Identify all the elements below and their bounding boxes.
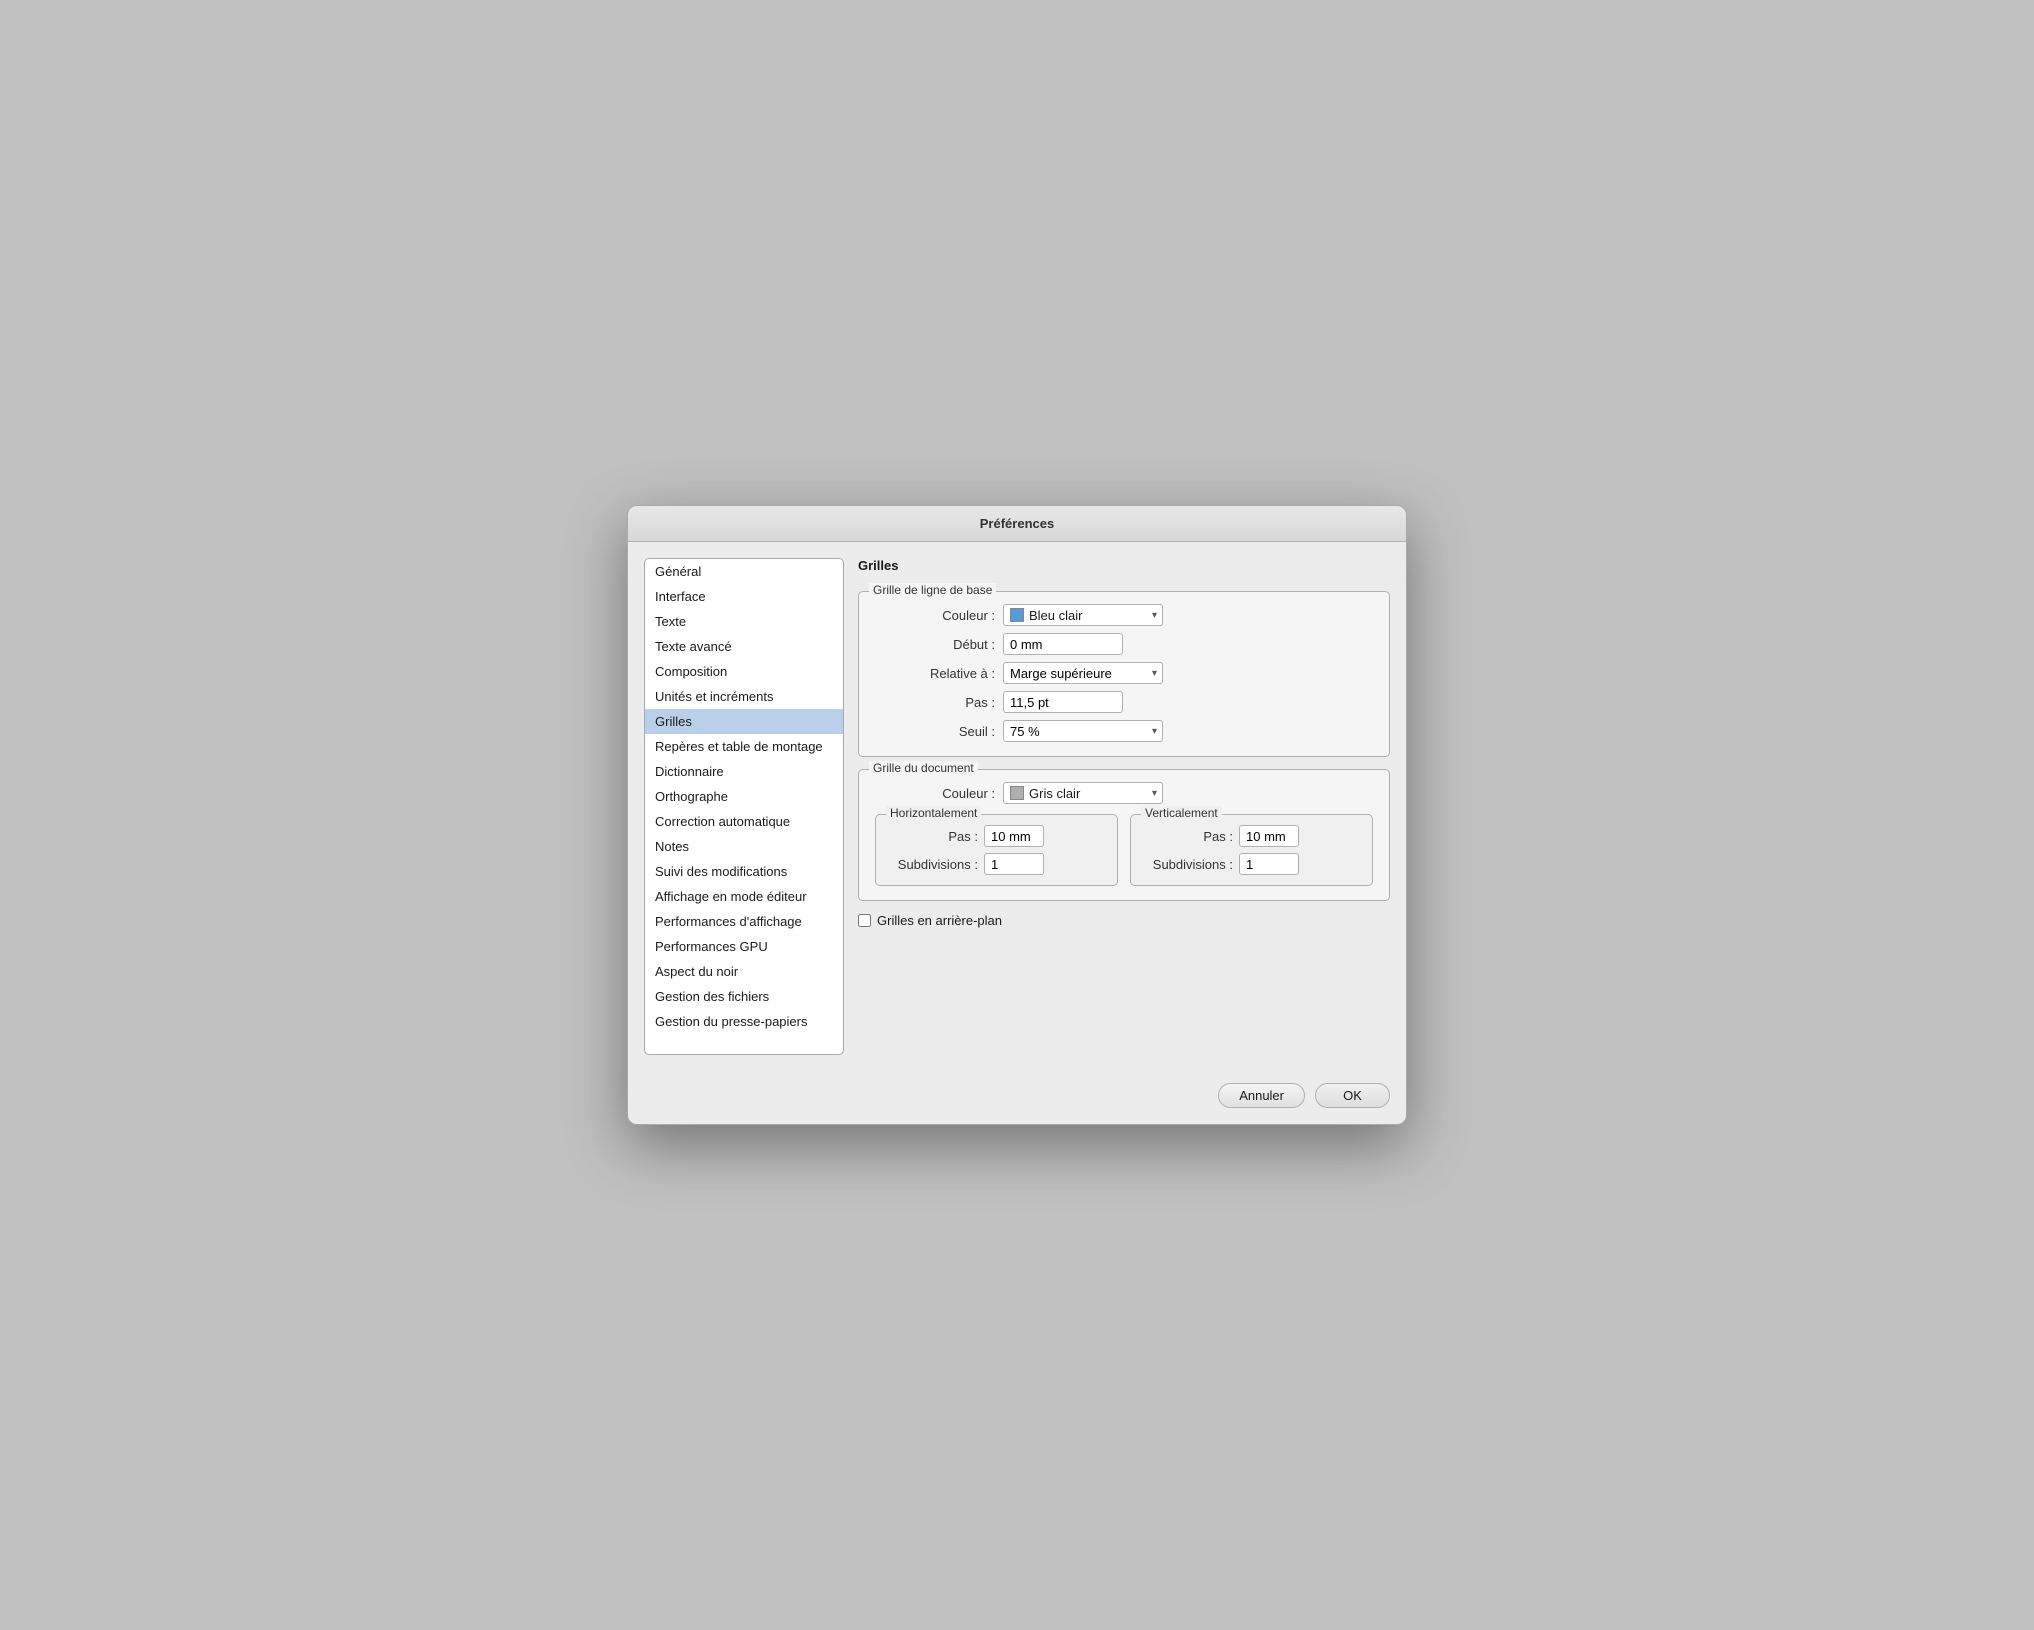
- sidebar-item-unites[interactable]: Unités et incréments: [645, 684, 843, 709]
- couleur-label: Couleur :: [875, 608, 995, 623]
- doc-couleur-select-wrapper: Gris clair ▾: [1003, 782, 1163, 804]
- footer: Annuler OK: [628, 1071, 1406, 1124]
- relative-select[interactable]: Marge supérieure Haut de page: [1003, 662, 1163, 684]
- relative-select-wrapper: Marge supérieure Haut de page ▾: [1003, 662, 1163, 684]
- couleur-swatch: [1010, 608, 1024, 622]
- doc-couleur-value: Gris clair: [1029, 786, 1080, 801]
- doc-couleur-select[interactable]: Gris clair: [1003, 782, 1163, 804]
- baseline-grid-label: Grille de ligne de base: [869, 583, 996, 597]
- grilles-arriere-plan-checkbox[interactable]: [858, 914, 871, 927]
- couleur-select-wrapper: Bleu clair ▾: [1003, 604, 1163, 626]
- seuil-row: Seuil : 75 % 50 % 100 % ▾: [875, 720, 1373, 742]
- pas-row: Pas :: [875, 691, 1373, 713]
- vert-subdiv-input[interactable]: [1239, 853, 1299, 875]
- grilles-arriere-plan-label: Grilles en arrière-plan: [877, 913, 1002, 928]
- sidebar-item-perf-gpu[interactable]: Performances GPU: [645, 934, 843, 959]
- debut-label: Début :: [875, 637, 995, 652]
- vert-group: Verticalement Pas : Subdivisions :: [1130, 814, 1373, 886]
- sidebar: Général Interface Texte Texte avancé Com…: [644, 558, 844, 1055]
- grid-columns: Horizontalement Pas : Subdivisions : Ver…: [875, 814, 1373, 886]
- document-grid-label: Grille du document: [869, 761, 978, 775]
- vert-subdiv-row: Subdivisions :: [1143, 853, 1360, 875]
- ok-button[interactable]: OK: [1315, 1083, 1390, 1108]
- horiz-group: Horizontalement Pas : Subdivisions :: [875, 814, 1118, 886]
- sidebar-item-suivi[interactable]: Suivi des modifications: [645, 859, 843, 884]
- couleur-value: Bleu clair: [1029, 608, 1082, 623]
- sidebar-item-gestion-presse[interactable]: Gestion du presse-papiers: [645, 1009, 843, 1034]
- sidebar-item-reperes[interactable]: Repères et table de montage: [645, 734, 843, 759]
- sidebar-item-perf-affichage[interactable]: Performances d'affichage: [645, 909, 843, 934]
- seuil-select[interactable]: 75 % 50 % 100 %: [1003, 720, 1163, 742]
- sidebar-item-interface[interactable]: Interface: [645, 584, 843, 609]
- cancel-button[interactable]: Annuler: [1218, 1083, 1305, 1108]
- doc-couleur-swatch: [1010, 786, 1024, 800]
- baseline-grid-group: Grille de ligne de base Couleur : Bleu c…: [858, 591, 1390, 757]
- preferences-window: Préférences Général Interface Texte Text…: [627, 505, 1407, 1125]
- seuil-select-wrapper: 75 % 50 % 100 % ▾: [1003, 720, 1163, 742]
- relative-label: Relative à :: [875, 666, 995, 681]
- horiz-pas-row: Pas :: [888, 825, 1105, 847]
- main-content: Grilles Grille de ligne de base Couleur …: [858, 558, 1390, 1055]
- sidebar-item-dictionnaire[interactable]: Dictionnaire: [645, 759, 843, 784]
- sidebar-item-orthographe[interactable]: Orthographe: [645, 784, 843, 809]
- sidebar-item-aspect-noir[interactable]: Aspect du noir: [645, 959, 843, 984]
- horiz-subdiv-row: Subdivisions :: [888, 853, 1105, 875]
- sidebar-item-gestion-fichiers[interactable]: Gestion des fichiers: [645, 984, 843, 1009]
- debut-input[interactable]: [1003, 633, 1123, 655]
- horiz-subdiv-input[interactable]: [984, 853, 1044, 875]
- doc-couleur-label: Couleur :: [875, 786, 995, 801]
- doc-couleur-row: Couleur : Gris clair ▾: [875, 782, 1373, 804]
- vert-pas-label: Pas :: [1143, 829, 1233, 844]
- sidebar-item-grilles[interactable]: Grilles: [645, 709, 843, 734]
- horiz-pas-label: Pas :: [888, 829, 978, 844]
- page-title: Grilles: [858, 558, 1390, 573]
- couleur-row: Couleur : Bleu clair ▾: [875, 604, 1373, 626]
- window-title: Préférences: [980, 516, 1054, 531]
- sidebar-item-affichage-editeur[interactable]: Affichage en mode éditeur: [645, 884, 843, 909]
- sidebar-item-general[interactable]: Général: [645, 559, 843, 584]
- sidebar-item-notes[interactable]: Notes: [645, 834, 843, 859]
- sidebar-item-texte-avance[interactable]: Texte avancé: [645, 634, 843, 659]
- titlebar: Préférences: [628, 506, 1406, 542]
- document-grid-group: Grille du document Couleur : Gris clair …: [858, 769, 1390, 901]
- sidebar-item-correction[interactable]: Correction automatique: [645, 809, 843, 834]
- pas-label: Pas :: [875, 695, 995, 710]
- vert-subdiv-label: Subdivisions :: [1143, 857, 1233, 872]
- couleur-select[interactable]: Bleu clair: [1003, 604, 1163, 626]
- checkbox-row: Grilles en arrière-plan: [858, 913, 1390, 928]
- debut-row: Début :: [875, 633, 1373, 655]
- horiz-subdiv-label: Subdivisions :: [888, 857, 978, 872]
- horiz-label: Horizontalement: [886, 806, 981, 820]
- pas-input[interactable]: [1003, 691, 1123, 713]
- horiz-pas-input[interactable]: [984, 825, 1044, 847]
- sidebar-item-composition[interactable]: Composition: [645, 659, 843, 684]
- seuil-label: Seuil :: [875, 724, 995, 739]
- sidebar-item-texte[interactable]: Texte: [645, 609, 843, 634]
- relative-row: Relative à : Marge supérieure Haut de pa…: [875, 662, 1373, 684]
- vert-label: Verticalement: [1141, 806, 1222, 820]
- vert-pas-row: Pas :: [1143, 825, 1360, 847]
- vert-pas-input[interactable]: [1239, 825, 1299, 847]
